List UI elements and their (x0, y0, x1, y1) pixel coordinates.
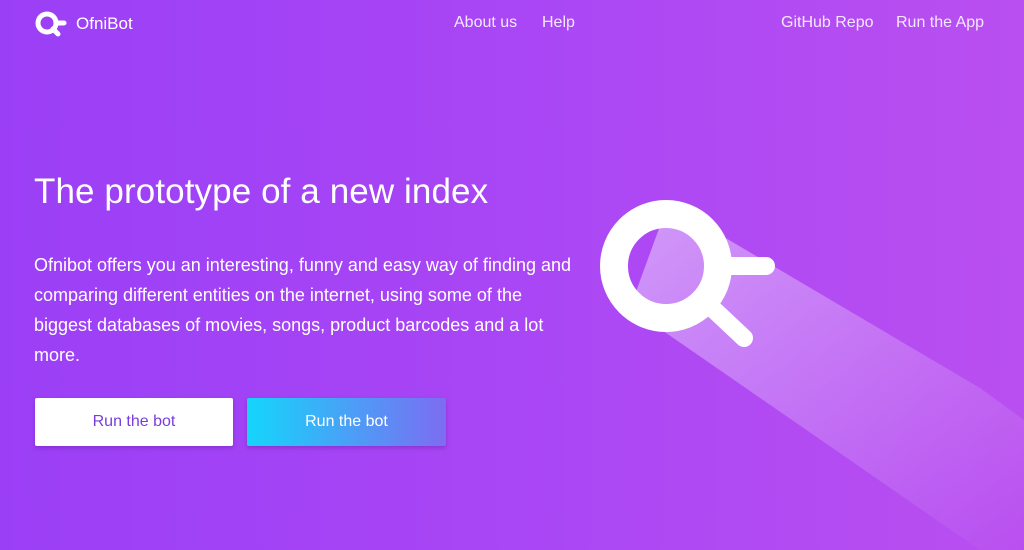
top-nav: OfniBot About us Help GitHub Repo Run th… (0, 0, 1024, 48)
run-bot-button-secondary[interactable]: Run the bot (247, 398, 446, 446)
nav-about-us[interactable]: About us (454, 14, 517, 32)
run-bot-button-primary[interactable]: Run the bot (35, 398, 233, 446)
nav-help[interactable]: Help (542, 14, 575, 32)
nav-github-repo[interactable]: GitHub Repo (781, 14, 874, 32)
brand-name: OfniBot (76, 14, 133, 33)
hero-description: Ofnibot offers you an interesting, funny… (34, 255, 572, 365)
brand[interactable]: OfniBot (34, 10, 133, 38)
nav-run-the-app[interactable]: Run the App (896, 14, 984, 32)
search-logo-icon (35, 11, 67, 37)
magnifier-icon (600, 200, 1024, 550)
hero-title: The prototype of a new index (34, 172, 489, 211)
